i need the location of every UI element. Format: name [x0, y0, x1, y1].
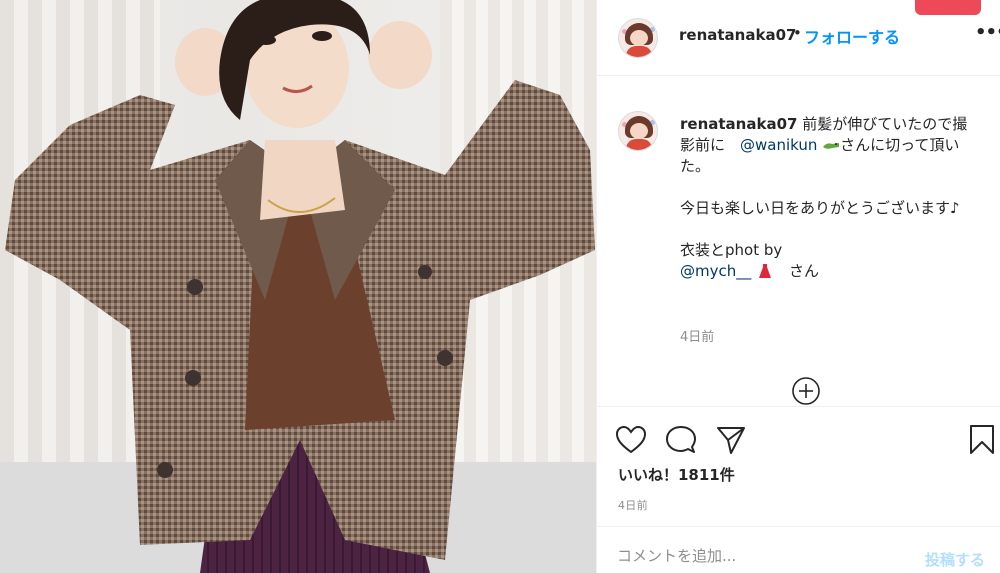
likes-count[interactable]: いいね！1811件	[618, 464, 735, 485]
mention-wanikun[interactable]: @wanikun	[740, 136, 817, 154]
crocodile-emoji	[823, 143, 840, 149]
caption-area: renatanaka07 前髪が伸びていたので撮影前に @wanikun さんに…	[597, 76, 1000, 406]
caption-username[interactable]: renatanaka07	[680, 115, 797, 133]
action-bar: いいね！1811件 4日前	[597, 406, 1000, 526]
header-separator: •	[793, 24, 802, 42]
avatar[interactable]	[618, 18, 658, 58]
post-sidebar: renatanaka07 • フォローする ••• renatanaka07 前…	[596, 0, 1000, 573]
post-header: renatanaka07 • フォローする •••	[597, 0, 1000, 76]
more-options-icon[interactable]: •••	[975, 22, 1000, 43]
comment-bubble-icon[interactable]	[665, 424, 697, 456]
caption-avatar[interactable]	[618, 111, 658, 151]
caption-line4: 衣装とphot by	[680, 241, 783, 259]
comment-box: 投稿する	[597, 526, 1000, 573]
mention-mych[interactable]: @mych__	[680, 262, 751, 280]
comment-input[interactable]	[617, 547, 877, 565]
caption-line3: 今日も楽しい日をありがとうございます♪	[680, 199, 960, 217]
follow-button[interactable]: フォローする	[804, 24, 900, 48]
header-username[interactable]: renatanaka07	[679, 26, 796, 44]
post-photo[interactable]	[0, 0, 596, 573]
caption-line5: さん	[774, 262, 820, 280]
post-timestamp: 4日前	[618, 499, 648, 512]
red-dress-emoji	[759, 264, 772, 278]
share-direct-icon[interactable]	[715, 424, 747, 456]
person-figure	[5, 0, 595, 573]
caption-text: renatanaka07 前髪が伸びていたので撮影前に @wanikun さんに…	[680, 114, 980, 282]
load-more-comments-icon[interactable]	[791, 376, 821, 406]
caption-timestamp: 4日前	[680, 330, 715, 345]
like-heart-icon[interactable]	[615, 425, 647, 455]
save-bookmark-icon[interactable]	[969, 424, 995, 456]
post-comment-button[interactable]: 投稿する	[925, 549, 985, 570]
